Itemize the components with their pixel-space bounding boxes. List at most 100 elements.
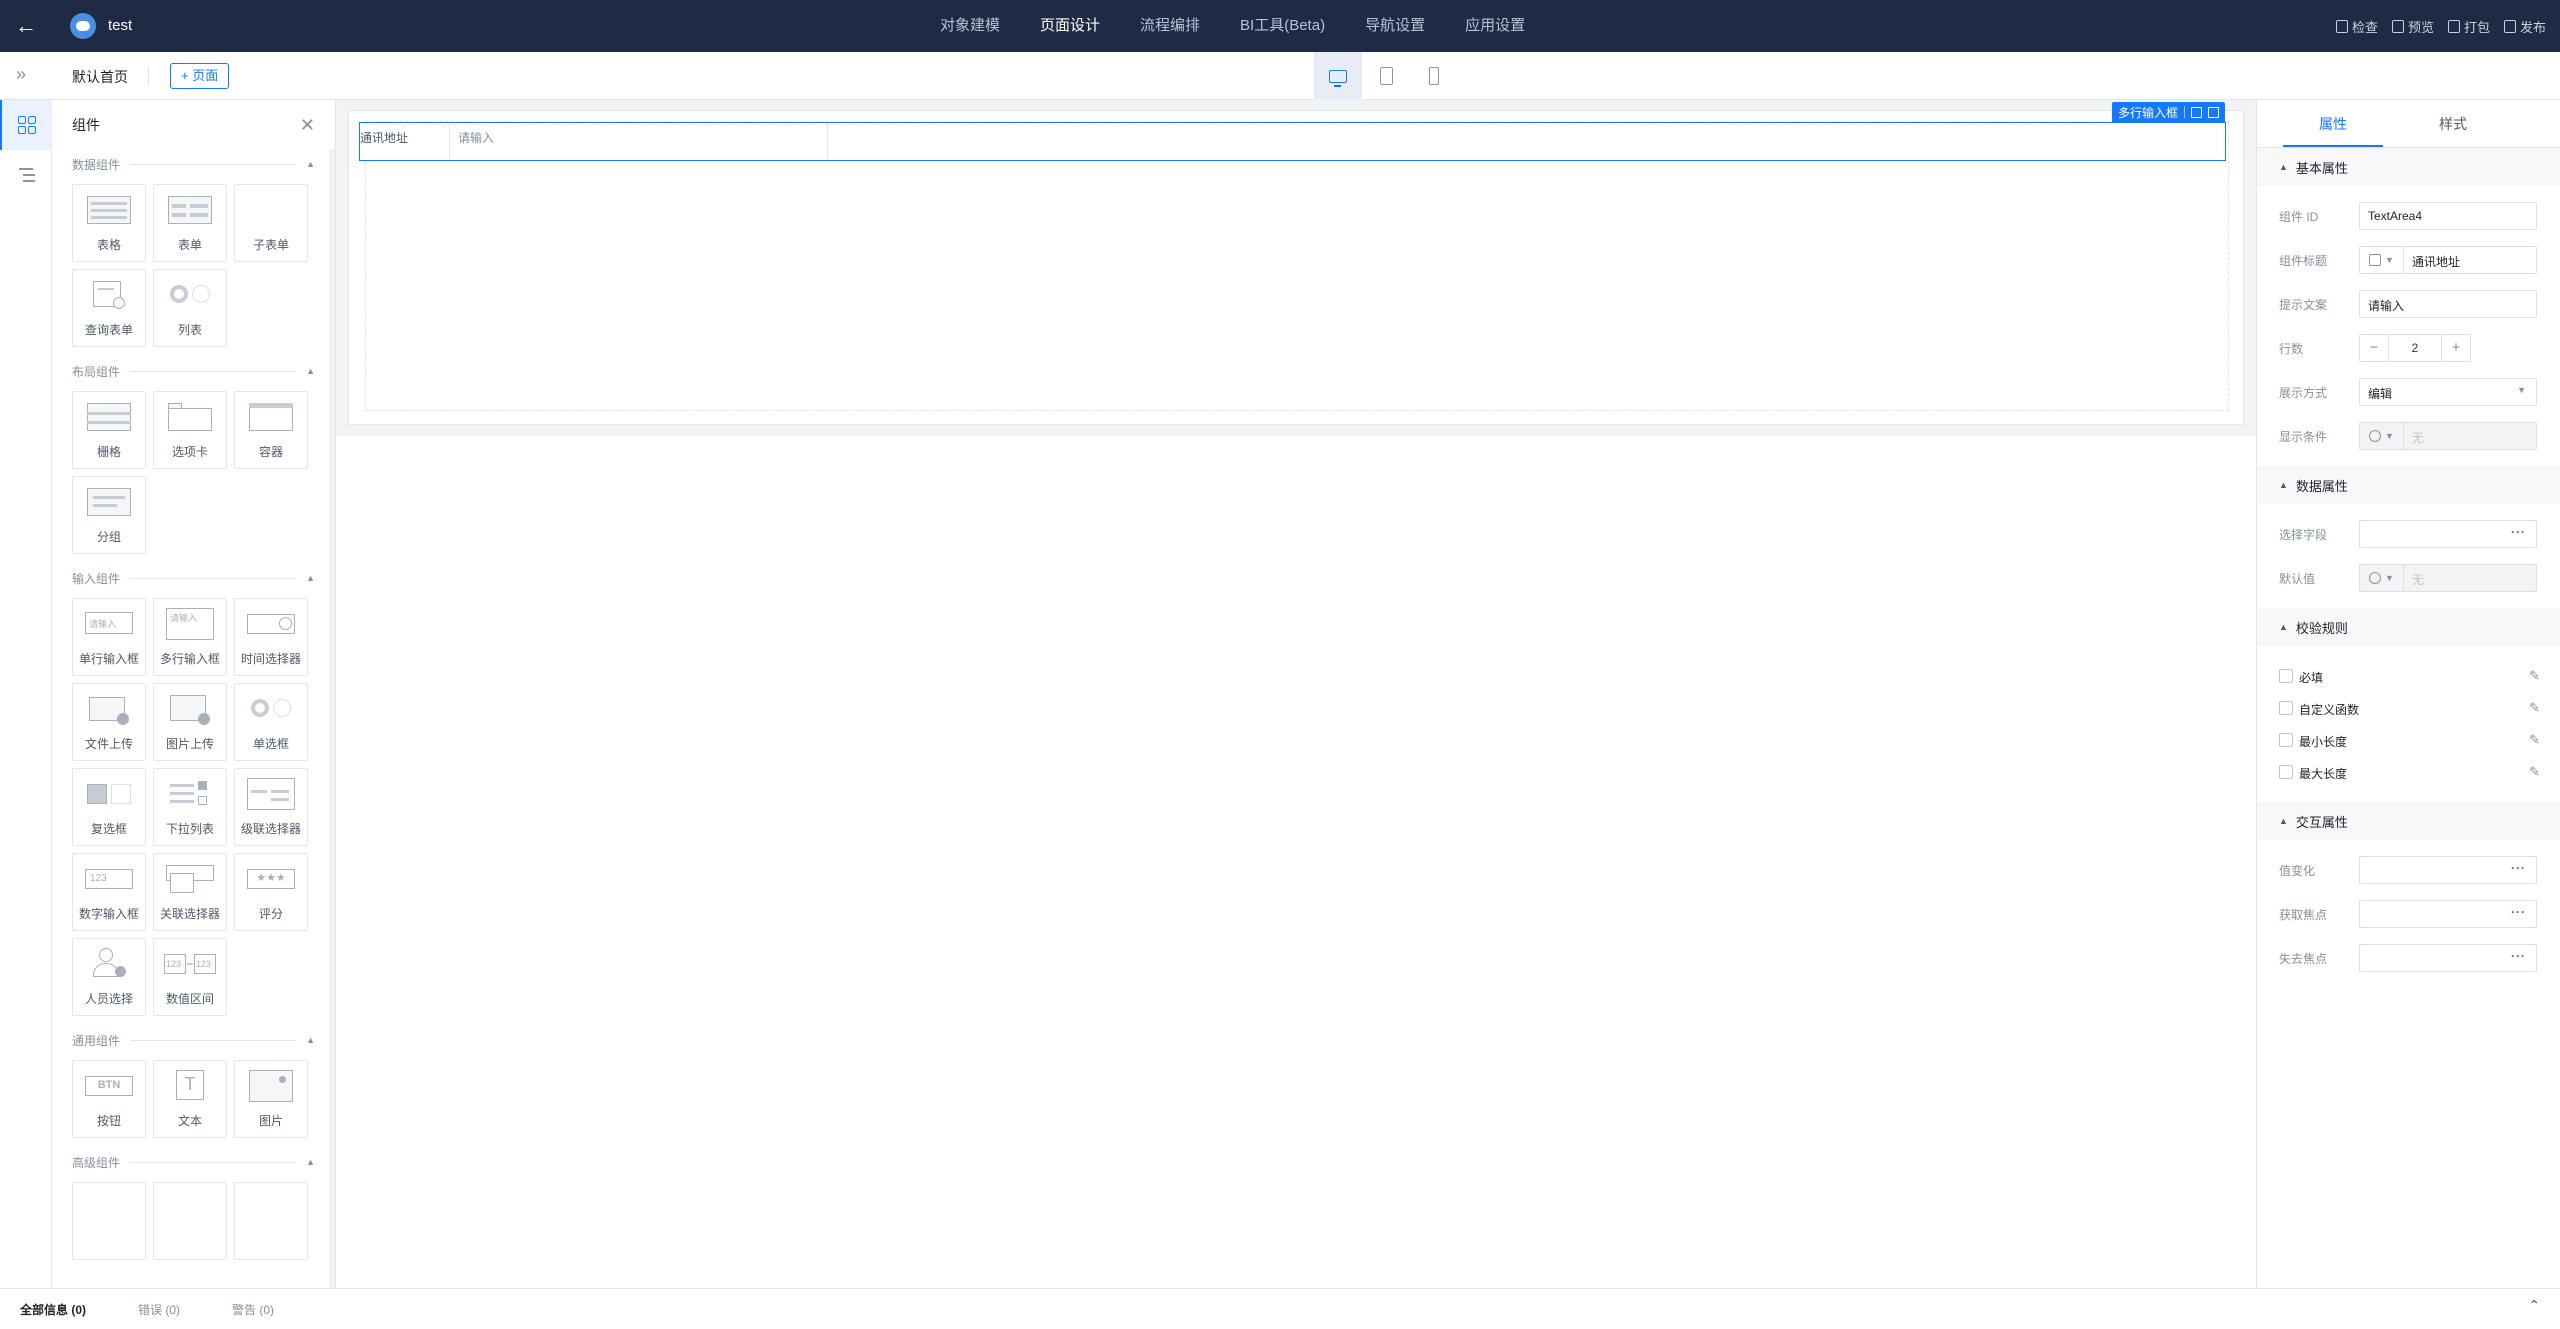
component-query-form[interactable]: 查询表单 (72, 269, 146, 347)
edit-icon[interactable]: ✎ (2529, 668, 2540, 684)
delete-icon[interactable] (2208, 106, 2219, 118)
plus-icon[interactable]: + (2442, 335, 2470, 361)
preview-button[interactable]: 预览 (2391, 0, 2434, 52)
select-field-input[interactable]: ··· (2359, 520, 2537, 548)
on-blur-input[interactable]: ··· (2359, 944, 2537, 972)
custom-function-checkbox[interactable] (2279, 701, 2293, 715)
rail-components-button[interactable] (0, 100, 52, 150)
component-form[interactable]: 表单 (153, 184, 227, 262)
component-id-input[interactable]: TextArea4 (2359, 202, 2537, 230)
nav-object-modeling[interactable]: 对象建模 (920, 0, 1020, 52)
min-length-checkbox[interactable] (2279, 733, 2293, 747)
default-type-select[interactable]: ▼ (2360, 565, 2404, 591)
component-group[interactable]: 分组 (72, 476, 146, 554)
device-desktop-button[interactable] (1314, 52, 1362, 100)
component-table[interactable]: 表格 (72, 184, 146, 262)
group-basic-properties[interactable]: ▲ 基本属性 (2257, 148, 2560, 186)
edit-icon[interactable]: ✎ (2529, 732, 2540, 748)
add-page-button[interactable]: + 页面 (170, 63, 230, 89)
check-button[interactable]: 检查 (2335, 0, 2378, 52)
component-radio[interactable]: 单选框 (234, 683, 308, 761)
design-canvas[interactable]: 多行输入框 通讯地址 请输入 (336, 100, 2256, 1288)
component-container[interactable]: 容器 (234, 391, 308, 469)
expand-panel-icon[interactable]: » (16, 64, 26, 85)
group-data-properties[interactable]: ▲ 数据属性 (2257, 466, 2560, 504)
more-icon[interactable]: ··· (2511, 949, 2526, 963)
section-header[interactable]: 通用组件 ▲ (72, 1026, 315, 1054)
on-focus-input[interactable]: ··· (2359, 900, 2537, 928)
condition-type-select[interactable]: ▼ (2360, 423, 2404, 449)
panel-scrollbar[interactable] (329, 150, 335, 1288)
component-advanced[interactable] (234, 1182, 308, 1260)
required-checkbox[interactable] (2279, 669, 2293, 683)
nav-bi-tool[interactable]: BI工具(Beta) (1220, 0, 1345, 52)
hint-text-input[interactable]: 请输入 (2359, 290, 2537, 318)
minus-icon[interactable]: − (2360, 335, 2388, 361)
component-grid[interactable]: 栅格 (72, 391, 146, 469)
component-number-range[interactable]: 123 123 数值区间 (153, 938, 227, 1016)
package-button[interactable]: 打包 (2447, 0, 2490, 52)
nav-page-design[interactable]: 页面设计 (1020, 0, 1120, 52)
component-list[interactable]: 列表 (153, 269, 227, 347)
on-change-input[interactable]: ··· (2359, 856, 2537, 884)
group-validation-rules[interactable]: ▲ 校验规则 (2257, 608, 2560, 646)
section-header[interactable]: 数据组件 ▲ (72, 150, 315, 178)
tab-warnings[interactable]: 警告 (0) (232, 1301, 274, 1318)
component-image-upload[interactable]: 图片上传 (153, 683, 227, 761)
default-value-input[interactable]: ▼ 无 (2359, 564, 2537, 592)
nav-flow-orchestration[interactable]: 流程编排 (1120, 0, 1220, 52)
current-page-name[interactable]: 默认首页 (72, 67, 128, 87)
edit-icon[interactable]: ✎ (2529, 700, 2540, 716)
selected-textarea-component[interactable]: 多行输入框 通讯地址 请输入 (359, 102, 2226, 161)
component-advanced[interactable] (72, 1182, 146, 1260)
drop-zone[interactable] (365, 121, 2229, 411)
component-single-line-input[interactable]: 请输入 单行输入框 (72, 598, 146, 676)
component-title-input[interactable]: ▼ 通讯地址 (2359, 246, 2537, 274)
more-icon[interactable]: ··· (2511, 525, 2526, 539)
tab-errors[interactable]: 错误 (0) (138, 1301, 180, 1318)
component-dropdown[interactable]: 下拉列表 (153, 768, 227, 846)
section-header[interactable]: 输入组件 ▲ (72, 564, 315, 592)
display-mode-select[interactable]: 编辑 ▼ (2359, 378, 2537, 406)
edit-icon[interactable]: ✎ (2529, 764, 2540, 780)
tab-properties[interactable]: 属性 (2283, 100, 2383, 147)
tab-style[interactable]: 样式 (2383, 100, 2523, 147)
tab-all-messages[interactable]: 全部信息 (0) (20, 1301, 86, 1318)
component-cascader[interactable]: 级联选择器 (234, 768, 308, 846)
component-image[interactable]: 图片 (234, 1060, 308, 1138)
component-checkbox[interactable]: 复选框 (72, 768, 146, 846)
section-header[interactable]: 布局组件 ▲ (72, 357, 315, 385)
canvas-page[interactable]: 多行输入框 通讯地址 请输入 (348, 102, 2244, 425)
component-button[interactable]: BTN 按钮 (72, 1060, 146, 1138)
rows-value[interactable]: 2 (2388, 335, 2442, 361)
device-tablet-button[interactable] (1362, 52, 1410, 100)
component-multi-line-input[interactable]: 请输入 多行输入框 (153, 598, 227, 676)
component-subform[interactable]: 子表单 (234, 184, 308, 262)
component-number-input[interactable]: 123 数字输入框 (72, 853, 146, 931)
component-advanced[interactable] (153, 1182, 227, 1260)
i18n-select[interactable]: ▼ (2360, 247, 2404, 273)
field-textarea[interactable]: 请输入 (452, 123, 828, 160)
component-file-upload[interactable]: 文件上传 (72, 683, 146, 761)
group-interaction-properties[interactable]: ▲ 交互属性 (2257, 802, 2560, 840)
component-relation-picker[interactable]: 关联选择器 (153, 853, 227, 931)
nav-app-settings[interactable]: 应用设置 (1445, 0, 1545, 52)
close-icon[interactable]: ✕ (300, 100, 315, 150)
chevron-up-icon[interactable]: ⌃ (2528, 1297, 2540, 1314)
section-header[interactable]: 高级组件 ▲ (72, 1148, 315, 1176)
publish-button[interactable]: 发布 (2503, 0, 2546, 52)
rail-outline-button[interactable] (0, 150, 52, 200)
component-user-picker[interactable]: 人员选择 (72, 938, 146, 1016)
back-arrow-icon[interactable]: ← (14, 14, 38, 38)
component-time-picker[interactable]: 时间选择器 (234, 598, 308, 676)
canvas-empty-area[interactable] (336, 436, 2256, 1288)
device-phone-button[interactable] (1410, 52, 1458, 100)
max-length-checkbox[interactable] (2279, 765, 2293, 779)
component-rating[interactable]: ★★★ 评分 (234, 853, 308, 931)
copy-icon[interactable] (2191, 106, 2202, 118)
more-icon[interactable]: ··· (2511, 905, 2526, 919)
nav-navigation-settings[interactable]: 导航设置 (1345, 0, 1445, 52)
component-text[interactable]: T 文本 (153, 1060, 227, 1138)
display-condition-input[interactable]: ▼ 无 (2359, 422, 2537, 450)
component-tabs[interactable]: 选项卡 (153, 391, 227, 469)
